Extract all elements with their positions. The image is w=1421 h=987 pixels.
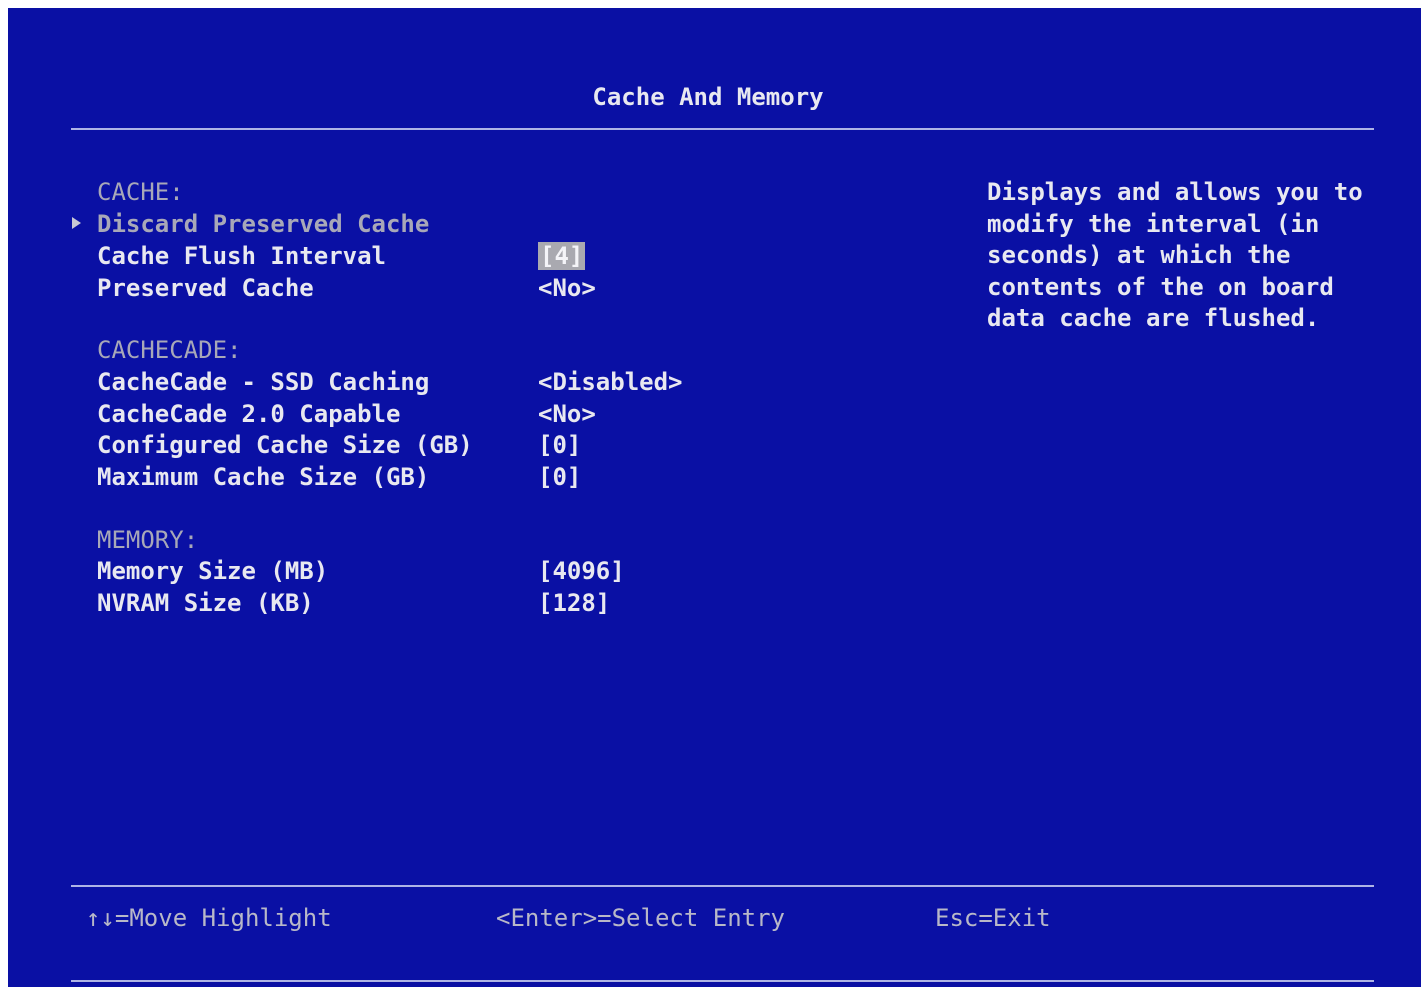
footer-divider bbox=[71, 885, 1374, 887]
bottom-divider bbox=[71, 980, 1374, 982]
configured-cache-size-value: [0] bbox=[538, 431, 582, 459]
exit-hint: Esc=Exit bbox=[935, 904, 1051, 932]
submenu-pointer-icon bbox=[72, 217, 81, 229]
bios-screen: Cache And Memory CACHE: Discard Preserve… bbox=[8, 8, 1421, 987]
help-panel: Displays and allows you to modify the in… bbox=[987, 177, 1387, 335]
help-text-line: contents of the on board bbox=[987, 272, 1334, 301]
nvram-size-label: NVRAM Size (KB) bbox=[97, 589, 314, 617]
move-highlight-hint: ↑↓=Move Highlight bbox=[86, 904, 332, 932]
cachecade-ssd-caching-value: <Disabled> bbox=[538, 368, 683, 396]
cachecade-capable-label: CacheCade 2.0 Capable bbox=[97, 400, 401, 428]
memory-size-value: [4096] bbox=[538, 557, 625, 585]
memory-size-label: Memory Size (MB) bbox=[97, 557, 329, 585]
help-text-line: Displays and allows you to bbox=[987, 178, 1363, 206]
select-entry-hint: <Enter>=Select Entry bbox=[496, 904, 785, 932]
cache-heading: CACHE: bbox=[97, 178, 184, 206]
cachecade-ssd-caching-label: CacheCade - SSD Caching bbox=[97, 368, 430, 396]
maximum-cache-size-label: Maximum Cache Size (GB) bbox=[97, 463, 430, 491]
preserved-cache-label: Preserved Cache bbox=[97, 274, 314, 302]
cachecade-capable-value: <No> bbox=[538, 400, 596, 428]
help-text-line: modify the interval (in bbox=[987, 209, 1320, 238]
memory-heading: MEMORY: bbox=[97, 526, 199, 554]
help-text-line: seconds) at which the bbox=[987, 241, 1291, 269]
top-divider bbox=[71, 128, 1374, 130]
help-text-line: data cache are flushed. bbox=[987, 304, 1320, 332]
preserved-cache-value: <No> bbox=[538, 274, 596, 302]
nvram-size-value: [128] bbox=[538, 589, 611, 617]
discard-preserved-cache-item[interactable]: Discard Preserved Cache bbox=[97, 209, 429, 239]
configured-cache-size-label: Configured Cache Size (GB) bbox=[97, 431, 473, 459]
cache-flush-interval-label: Cache Flush Interval bbox=[97, 242, 386, 270]
page-title: Cache And Memory bbox=[592, 83, 824, 111]
cache-flush-interval-field[interactable]: [4] bbox=[538, 242, 586, 270]
maximum-cache-size-value: [0] bbox=[538, 463, 582, 491]
cachecade-heading: CACHECADE: bbox=[97, 336, 242, 364]
